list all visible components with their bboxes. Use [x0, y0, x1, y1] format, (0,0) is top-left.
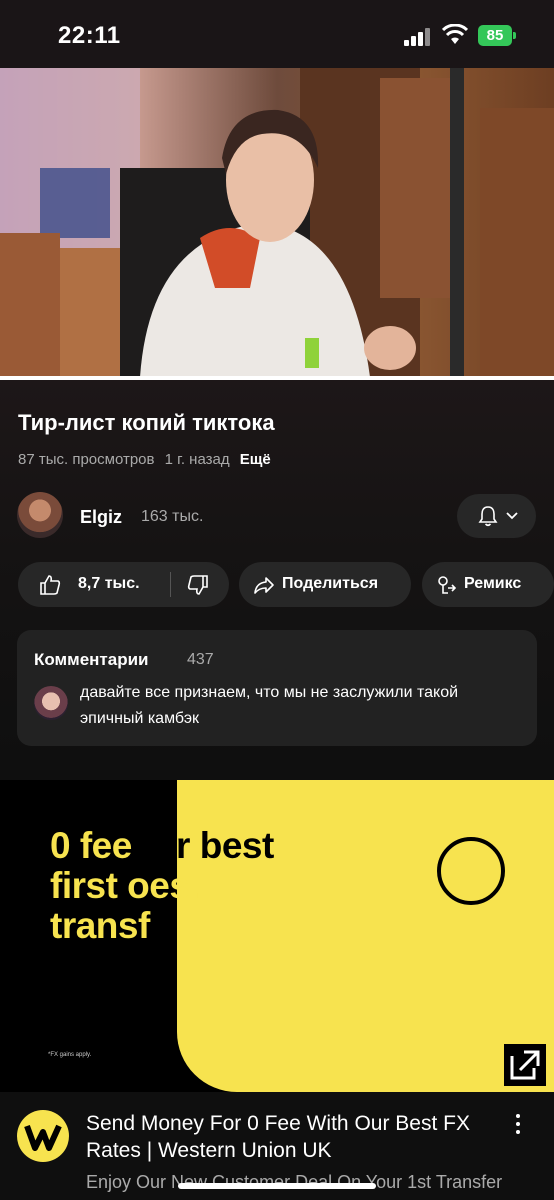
ad-headline: 0 feeour best first oes. transf: [50, 826, 274, 946]
remix-button[interactable]: Ремикс: [422, 562, 554, 607]
top-comment-text: давайте все признаем, что мы не заслужил…: [80, 684, 459, 727]
notifications-button[interactable]: [457, 494, 536, 538]
ad-fine-print: *FX gains apply.: [48, 1052, 92, 1058]
like-count[interactable]: 8,7 тыс.: [78, 575, 140, 593]
channel-name[interactable]: Elgiz: [80, 507, 122, 528]
ad-creative[interactable]: 0 feeour best first oes. transf *FX gain…: [0, 780, 554, 1092]
signal-icon: [404, 28, 432, 46]
more-vert-icon[interactable]: [512, 1112, 524, 1136]
video-title: Тир-лист копий тиктока: [18, 410, 275, 435]
video-player[interactable]: [0, 68, 554, 377]
upload-age: 1 г. назад: [164, 451, 230, 468]
ad-line1-b: our best: [131, 825, 274, 866]
share-icon: [254, 577, 274, 594]
wifi-icon: [442, 24, 468, 44]
status-time: 22:11: [58, 22, 121, 49]
open-external-icon: [510, 1050, 540, 1080]
battery-indicator: 85: [478, 25, 516, 46]
subscriber-count: 163 тыс.: [141, 508, 204, 525]
remix-icon: [438, 576, 457, 594]
ad-line1-a: 0 fee: [50, 825, 132, 866]
chevron-down-icon: [506, 512, 518, 520]
status-bar: 22:11 85: [0, 0, 554, 68]
like-dislike-group: 8,7 тыс.: [18, 562, 229, 607]
view-count: 87 тыс. просмотров: [18, 451, 155, 468]
circle-icon: [437, 837, 505, 905]
like-divider: [170, 572, 171, 597]
comments-count: 437: [187, 651, 214, 668]
share-label: Поделиться: [282, 575, 379, 592]
commenter-avatar: [34, 686, 68, 720]
open-external-button[interactable]: [504, 1044, 546, 1086]
thumb-up-icon[interactable]: [38, 573, 62, 597]
home-indicator[interactable]: [178, 1183, 376, 1189]
remix-label: Ремикс: [464, 575, 522, 592]
video-info-panel: Тир-лист копий тиктока 87 тыс. просмотро…: [0, 380, 554, 760]
western-union-logo: [17, 1110, 69, 1162]
bell-icon: [478, 506, 498, 527]
comments-panel[interactable]: Комментарии 437 давайте все признаем, чт…: [17, 630, 537, 746]
channel-avatar[interactable]: [17, 492, 63, 538]
comments-title: Комментарии: [34, 650, 149, 669]
thumb-down-icon[interactable]: [186, 573, 210, 597]
ad-title[interactable]: Send Money For 0 Fee With Our Best FX Ra…: [86, 1110, 506, 1164]
ad-line3: transf: [50, 905, 150, 946]
video-frame: [0, 68, 554, 377]
more-link[interactable]: Ещё: [240, 451, 271, 468]
ad-line2: first oes.: [50, 865, 200, 906]
video-meta[interactable]: 87 тыс. просмотров 1 г. назад Ещё: [18, 451, 277, 468]
share-button[interactable]: Поделиться: [239, 562, 411, 607]
